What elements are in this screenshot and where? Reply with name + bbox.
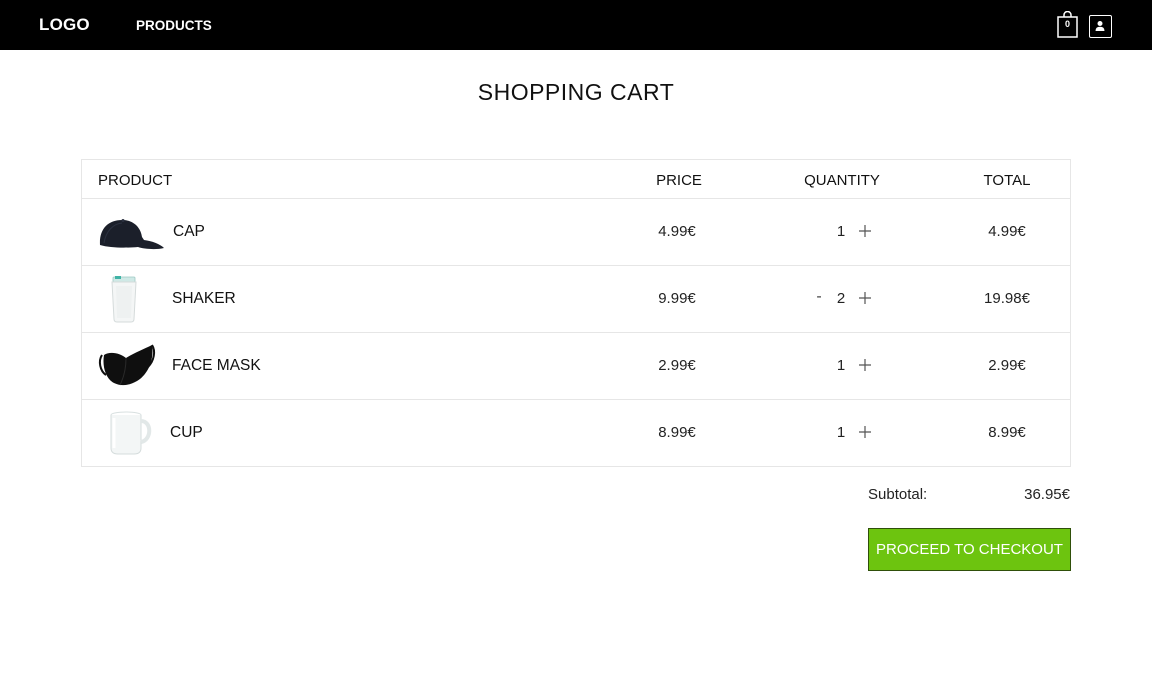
page-title: SHOPPING CART xyxy=(477,79,675,105)
quantity-value: 1 xyxy=(836,424,846,441)
product-name[interactable]: CUP xyxy=(170,424,203,442)
product-price: 2.99€ xyxy=(658,357,696,374)
table-row: FACE MASK 2.99€ 1 2.99€ xyxy=(82,333,1070,400)
increase-quantity-button[interactable] xyxy=(858,291,872,305)
table-row: SHAKER 9.99€ - 2 19.98€ xyxy=(82,266,1070,333)
shaker-image xyxy=(96,274,166,326)
increase-quantity-button[interactable] xyxy=(858,425,872,439)
user-button[interactable] xyxy=(1089,15,1112,38)
proceed-to-checkout-button[interactable]: PROCEED TO CHECKOUT xyxy=(868,528,1071,571)
cart-count-badge: 0 xyxy=(1064,19,1070,29)
header-total: TOTAL xyxy=(983,172,1031,189)
quantity-value: 1 xyxy=(836,357,846,374)
user-icon xyxy=(1095,21,1105,31)
plus-icon xyxy=(859,292,871,304)
product-name[interactable]: FACE MASK xyxy=(172,357,261,375)
plus-icon xyxy=(859,359,871,371)
logo[interactable]: LOGO xyxy=(39,15,90,35)
table-row: CUP 8.99€ 1 8.99€ xyxy=(82,400,1070,466)
cup-image xyxy=(96,408,166,460)
quantity-value: 1 xyxy=(836,223,846,240)
table-row: CAP 4.99€ 1 4.99€ xyxy=(82,199,1070,266)
header-price: PRICE xyxy=(656,172,702,189)
navbar: LOGO PRODUCTS 0 xyxy=(0,0,1152,50)
product-price: 4.99€ xyxy=(658,223,696,240)
product-price: 9.99€ xyxy=(658,290,696,307)
face-mask-image xyxy=(96,341,166,393)
plus-icon xyxy=(859,426,871,438)
quantity-value: 2 xyxy=(836,290,846,307)
product-name[interactable]: CAP xyxy=(173,223,205,241)
header-quantity: QUANTITY xyxy=(804,172,880,189)
cart-table: PRODUCT PRICE QUANTITY TOTAL CAP 4.99€ 1… xyxy=(81,159,1071,467)
line-total: 4.99€ xyxy=(988,223,1026,240)
decrease-quantity-button[interactable]: - xyxy=(812,288,826,306)
line-total: 2.99€ xyxy=(988,357,1026,374)
nav-link-products[interactable]: PRODUCTS xyxy=(136,18,212,33)
cap-image xyxy=(96,207,166,259)
increase-quantity-button[interactable] xyxy=(858,358,872,372)
product-price: 8.99€ xyxy=(658,424,696,441)
subtotal-label: Subtotal: xyxy=(868,486,928,503)
line-total: 19.98€ xyxy=(984,290,1030,307)
plus-icon xyxy=(859,225,871,237)
table-header: PRODUCT PRICE QUANTITY TOTAL xyxy=(82,160,1070,199)
increase-quantity-button[interactable] xyxy=(858,224,872,238)
product-name[interactable]: SHAKER xyxy=(172,290,236,308)
subtotal-value: 36.95€ xyxy=(1024,486,1070,503)
line-total: 8.99€ xyxy=(988,424,1026,441)
header-product: PRODUCT xyxy=(98,172,173,189)
cart-button[interactable]: 0 xyxy=(1057,11,1078,38)
